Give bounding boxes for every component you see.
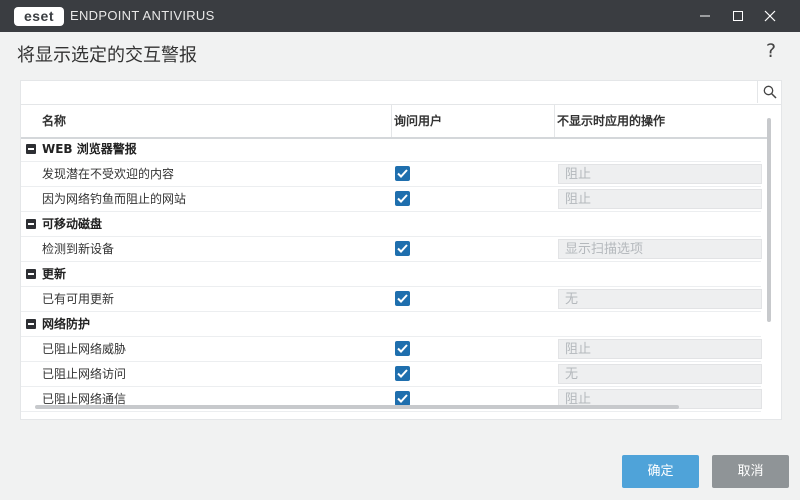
alert-label: 已有可用更新 [42,292,115,306]
help-button[interactable]: ? [762,40,780,62]
checkmark-icon [397,394,408,403]
eset-logo: eset [14,7,64,26]
action-select[interactable]: 无 [558,289,762,309]
ask-user-checkbox[interactable] [395,366,410,381]
alert-label: 已阻止网络访问 [42,367,127,381]
table-row: 检测到新设备 显示扫描选项 [21,237,762,262]
alert-label: 因为网络钓鱼而阻止的网站 [42,192,187,206]
close-button[interactable] [754,0,786,32]
group-label: 更新 [42,267,67,281]
ok-button[interactable]: 确定 [622,455,699,488]
action-select[interactable]: 阻止 [558,189,762,209]
collapse-icon[interactable] [26,319,36,329]
checkmark-icon [397,344,408,353]
group-row: 更新 [21,262,761,287]
checkmark-icon [397,169,408,178]
group-row: 可移动磁盘 [21,212,761,237]
maximize-icon [733,11,743,21]
ask-user-checkbox[interactable] [395,341,410,356]
group-label: WEB 浏览器警报 [42,142,137,156]
search-input[interactable] [21,81,757,103]
column-header-name[interactable]: 名称 [42,105,66,137]
column-header-ask-user[interactable]: 询问用户 [391,105,554,137]
alert-label: 已阻止网络威胁 [42,342,127,356]
horizontal-scrollbar[interactable] [35,405,679,409]
product-name: ENDPOINT ANTIVIRUS [70,8,215,23]
group-label: 可移动磁盘 [42,217,103,231]
maximize-button[interactable] [722,0,754,32]
alert-label: 发现潜在不受欢迎的内容 [42,167,175,181]
table-row: 因为网络钓鱼而阻止的网站 阻止 [21,187,762,212]
ask-user-checkbox[interactable] [395,241,410,256]
group-row: 网络防护 [21,312,761,337]
group-row: WEB 浏览器警报 [21,137,761,162]
checkmark-icon [397,244,408,253]
collapse-icon[interactable] [26,144,36,154]
group-label: 网络防护 [42,317,91,331]
table-row: 已有可用更新 无 [21,287,762,312]
table-row: 已阻止网络威胁 阻止 [21,337,762,362]
action-select[interactable]: 显示扫描选项 [558,239,762,259]
collapse-icon[interactable] [26,269,36,279]
close-icon [764,10,776,22]
dialog-title: 将显示选定的交互警报 [17,45,197,66]
checkmark-icon [397,294,408,303]
search-bar [21,81,781,105]
action-select[interactable]: 无 [558,364,762,384]
ask-user-checkbox[interactable] [395,291,410,306]
collapse-icon[interactable] [26,219,36,229]
table-header: 名称 询问用户 不显示时应用的操作 [21,105,767,139]
minimize-button[interactable] [689,0,721,32]
title-bar: eset ENDPOINT ANTIVIRUS [0,0,800,32]
table-body: WEB 浏览器警报 发现潜在不受欢迎的内容 阻止 因为网络钓鱼而阻止的网站 阻止… [21,137,762,412]
action-select[interactable]: 阻止 [558,164,762,184]
alerts-panel: 名称 询问用户 不显示时应用的操作 WEB 浏览器警报 发现潜在不受欢迎的内容 … [20,80,782,420]
table-row: 已阻止网络访问 无 [21,362,762,387]
vertical-scrollbar[interactable] [767,118,771,322]
column-header-action[interactable]: 不显示时应用的操作 [554,105,757,137]
search-icon [763,85,777,99]
cancel-button[interactable]: 取消 [712,455,789,488]
checkmark-icon [397,194,408,203]
checkmark-icon [397,369,408,378]
minimize-icon [700,15,710,17]
search-button[interactable] [757,81,781,103]
ask-user-checkbox[interactable] [395,191,410,206]
action-select[interactable]: 阻止 [558,339,762,359]
ask-user-checkbox[interactable] [395,391,410,406]
alert-label: 检测到新设备 [42,242,115,256]
table-row: 发现潜在不受欢迎的内容 阻止 [21,162,762,187]
ask-user-checkbox[interactable] [395,166,410,181]
